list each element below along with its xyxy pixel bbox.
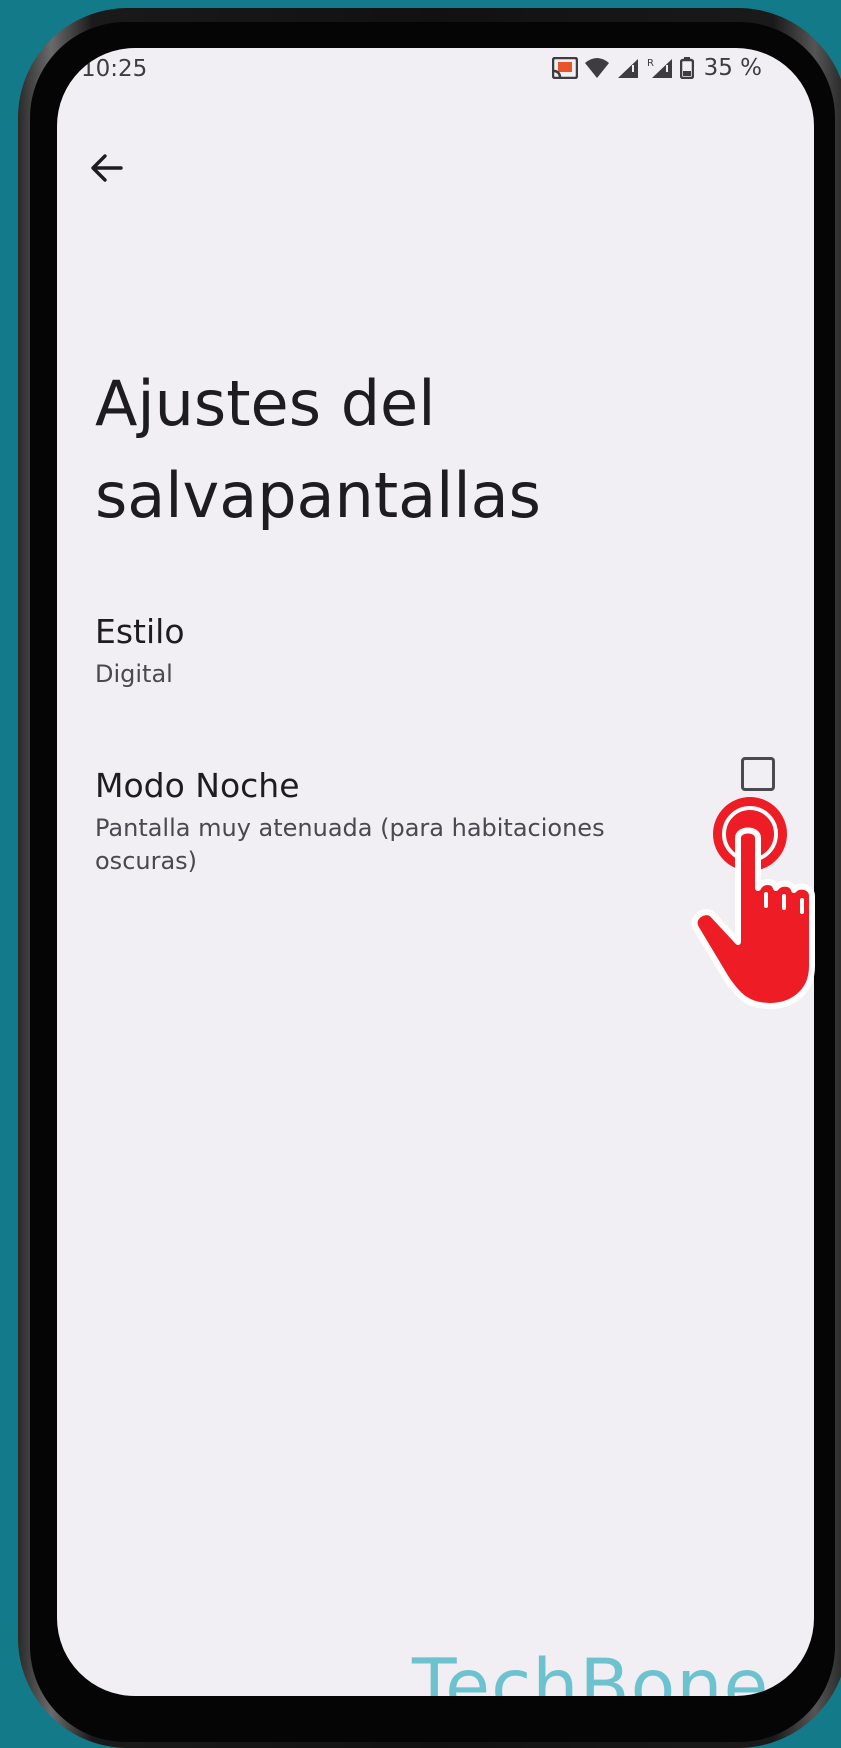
status-time: 10:25 [81,56,148,82]
watermark-logo: TechBone [412,1644,770,1696]
battery-icon [679,57,694,79]
setting-title: Modo Noche [95,766,300,805]
status-bar: 10:25 R 35 % [57,48,814,92]
page-title: Ajustes del salvapantallas [95,366,541,532]
signal-icon [617,59,638,78]
modo-noche-checkbox[interactable] [741,757,775,791]
setting-estilo[interactable]: Estilo Digital [95,610,185,691]
touch-pointer-icon [691,797,815,1009]
setting-summary: Pantalla muy atenuada (para habitaciones… [95,814,605,875]
svg-text:R: R [647,58,654,69]
cast-icon [551,57,578,79]
signal-roaming-icon: R [647,58,672,78]
status-icons: R 35 % [551,55,762,81]
setting-title: Estilo [95,612,185,651]
arrow-left-icon [91,154,123,182]
setting-summary: Digital [95,660,173,688]
back-button[interactable] [83,144,131,192]
wifi-icon [584,58,609,78]
setting-modo-noche[interactable]: Modo Noche Pantalla muy atenuada (para h… [95,764,655,878]
battery-percentage: 35 % [703,55,762,81]
